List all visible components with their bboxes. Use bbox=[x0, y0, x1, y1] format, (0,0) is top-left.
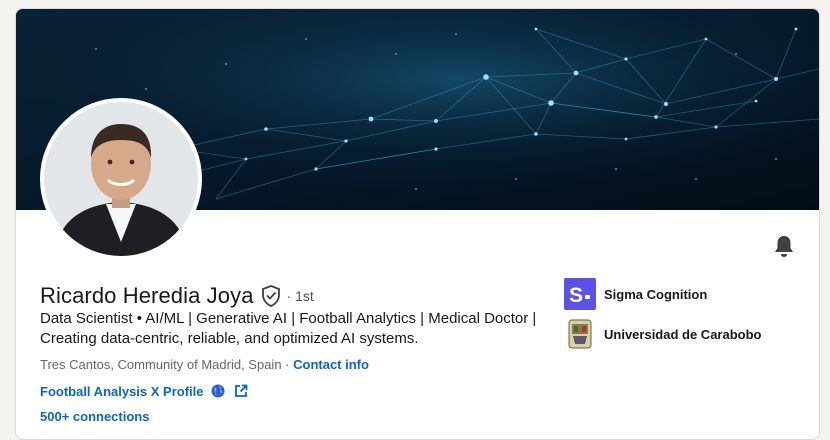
globe-icon bbox=[211, 384, 225, 398]
name-row: Ricardo Heredia Joya · 1st bbox=[40, 281, 314, 311]
location-row: Tres Cantos, Community of Madrid, Spain … bbox=[40, 356, 369, 374]
profile-photo[interactable] bbox=[40, 98, 202, 260]
profile-card: Ricardo Heredia Joya · 1st Data Scientis… bbox=[15, 8, 820, 440]
profile-name: Ricardo Heredia Joya bbox=[40, 283, 254, 308]
organization-name: Universidad de Carabobo bbox=[604, 326, 762, 342]
contact-info-link[interactable]: Contact info bbox=[293, 357, 369, 372]
sigma-cognition-logo: S bbox=[564, 278, 596, 310]
verified-icon[interactable] bbox=[261, 285, 281, 307]
organization-universidad-de-carabobo[interactable]: Universidad de Carabobo bbox=[564, 318, 761, 350]
connection-degree: · 1st bbox=[286, 288, 314, 304]
location-text: Tres Cantos, Community of Madrid, Spain … bbox=[40, 357, 294, 372]
universidad-de-carabobo-seal bbox=[564, 318, 596, 350]
external-link-row[interactable]: Football Analysis X Profile bbox=[40, 382, 248, 400]
connections-row: 500+ connections bbox=[40, 408, 149, 426]
profile-headline: Data Scientist • AI/ML | Generative AI |… bbox=[40, 310, 537, 347]
external-link-icon[interactable] bbox=[234, 384, 248, 398]
svg-text:S: S bbox=[569, 284, 583, 307]
avatar-image bbox=[44, 102, 198, 256]
bell-icon[interactable] bbox=[773, 234, 795, 258]
organization-sigma-cognition[interactable]: S Sigma Cognition bbox=[564, 278, 707, 310]
external-profile-link[interactable]: Football Analysis X Profile bbox=[40, 384, 204, 399]
bell-icon-graphic bbox=[775, 236, 793, 257]
organization-name: Sigma Cognition bbox=[604, 286, 708, 302]
